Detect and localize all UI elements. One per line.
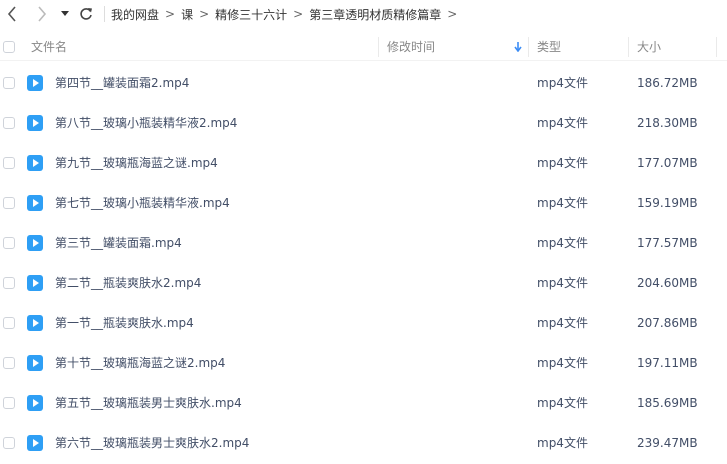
breadcrumb: 我的网盘 > 课 > 精修三十六计 > 第三章透明材质精修篇章 > [111, 6, 463, 23]
forward-button[interactable] [32, 2, 52, 26]
file-list-header: 文件名 修改时间 类型 大小 [0, 34, 727, 61]
file-row[interactable]: 第二节__瓶装爽肤水2.mp4 mp4文件 204.60MB [0, 263, 727, 303]
file-row[interactable]: 第七节__玻璃小瓶装精华液.mp4 mp4文件 159.19MB [0, 183, 727, 223]
file-name[interactable]: 第二节__瓶装爽肤水2.mp4 [55, 263, 201, 303]
arrow-down-icon[interactable] [514, 42, 522, 52]
breadcrumb-item[interactable]: 精修三十六计 [215, 6, 287, 23]
file-size: 204.60MB [637, 276, 698, 290]
breadcrumb-item[interactable]: 我的网盘 [111, 6, 159, 23]
video-file-icon [27, 355, 43, 371]
file-size: 207.86MB [637, 316, 698, 330]
column-divider [378, 37, 379, 57]
file-type: mp4文件 [537, 196, 588, 210]
chevron-right-icon: > [447, 7, 458, 21]
file-row[interactable]: 第九节__玻璃瓶海蓝之谜.mp4 mp4文件 177.07MB [0, 143, 727, 183]
file-row[interactable]: 第三节__罐装面霜.mp4 mp4文件 177.57MB [0, 223, 727, 263]
refresh-button[interactable] [76, 2, 96, 26]
file-type: mp4文件 [537, 356, 588, 370]
breadcrumb-item[interactable]: 第三章透明材质精修篇章 [309, 6, 441, 23]
chevron-right-icon: > [199, 7, 210, 21]
file-row[interactable]: 第四节__罐装面霜2.mp4 mp4文件 186.72MB [0, 63, 727, 103]
chevron-left-icon [7, 6, 16, 22]
file-type: mp4文件 [537, 236, 588, 250]
file-name[interactable]: 第七节__玻璃小瓶装精华液.mp4 [55, 183, 230, 223]
select-all-checkbox[interactable] [3, 41, 15, 53]
row-checkbox[interactable] [3, 277, 15, 289]
chevron-right-icon [38, 6, 47, 22]
column-header-modified[interactable]: 修改时间 [387, 34, 435, 60]
column-divider [528, 37, 529, 57]
file-name[interactable]: 第八节__玻璃小瓶装精华液2.mp4 [55, 103, 237, 143]
history-dropdown-button[interactable] [58, 2, 72, 26]
toolbar-divider [104, 6, 105, 22]
file-size: 185.69MB [637, 396, 698, 410]
file-row[interactable]: 第六节__玻璃瓶装男士爽肤水2.mp4 mp4文件 239.47MB [0, 423, 727, 463]
column-header-name[interactable]: 文件名 [31, 34, 67, 60]
file-size: 159.19MB [637, 196, 698, 210]
chevron-right-icon: > [165, 7, 176, 21]
video-file-icon [27, 275, 43, 291]
row-checkbox[interactable] [3, 357, 15, 369]
row-checkbox[interactable] [3, 117, 15, 129]
breadcrumb-item[interactable]: 课 [181, 6, 193, 23]
file-size: 239.47MB [637, 436, 698, 450]
file-name[interactable]: 第四节__罐装面霜2.mp4 [55, 63, 189, 103]
video-file-icon [27, 315, 43, 331]
video-file-icon [27, 395, 43, 411]
file-name[interactable]: 第一节__瓶装爽肤水.mp4 [55, 303, 194, 343]
column-header-type[interactable]: 类型 [537, 34, 561, 60]
file-name[interactable]: 第十节__玻璃瓶海蓝之谜2.mp4 [55, 343, 225, 383]
file-type: mp4文件 [537, 276, 588, 290]
row-checkbox[interactable] [3, 237, 15, 249]
file-row[interactable]: 第五节__玻璃瓶装男士爽肤水.mp4 mp4文件 185.69MB [0, 383, 727, 423]
file-name[interactable]: 第三节__罐装面霜.mp4 [55, 223, 182, 263]
refresh-icon [80, 8, 92, 20]
video-file-icon [27, 75, 43, 91]
toolbar: 我的网盘 > 课 > 精修三十六计 > 第三章透明材质精修篇章 > [0, 0, 727, 28]
file-name[interactable]: 第九节__玻璃瓶海蓝之谜.mp4 [55, 143, 218, 183]
row-checkbox[interactable] [3, 437, 15, 449]
chevron-right-icon: > [293, 7, 304, 21]
file-size: 218.30MB [637, 116, 698, 130]
column-header-size[interactable]: 大小 [637, 34, 661, 60]
video-file-icon [27, 435, 43, 451]
file-type: mp4文件 [537, 316, 588, 330]
file-type: mp4文件 [537, 116, 588, 130]
file-size: 177.07MB [637, 156, 698, 170]
video-file-icon [27, 155, 43, 171]
file-size: 186.72MB [637, 76, 698, 90]
file-row[interactable]: 第十节__玻璃瓶海蓝之谜2.mp4 mp4文件 197.11MB [0, 343, 727, 383]
row-checkbox[interactable] [3, 157, 15, 169]
file-name[interactable]: 第五节__玻璃瓶装男士爽肤水.mp4 [55, 383, 242, 423]
file-row[interactable]: 第八节__玻璃小瓶装精华液2.mp4 mp4文件 218.30MB [0, 103, 727, 143]
file-type: mp4文件 [537, 156, 588, 170]
triangle-down-icon [61, 11, 69, 16]
video-file-icon [27, 115, 43, 131]
column-divider [716, 37, 717, 57]
row-checkbox[interactable] [3, 317, 15, 329]
video-file-icon [27, 195, 43, 211]
row-checkbox[interactable] [3, 77, 15, 89]
video-file-icon [27, 235, 43, 251]
back-button[interactable] [2, 2, 22, 26]
file-type: mp4文件 [537, 76, 588, 90]
file-name[interactable]: 第六节__玻璃瓶装男士爽肤水2.mp4 [55, 423, 249, 463]
column-divider [628, 37, 629, 57]
file-row[interactable]: 第一节__瓶装爽肤水.mp4 mp4文件 207.86MB [0, 303, 727, 343]
file-type: mp4文件 [537, 396, 588, 410]
row-checkbox[interactable] [3, 397, 15, 409]
row-checkbox[interactable] [3, 197, 15, 209]
file-size: 177.57MB [637, 236, 698, 250]
file-type: mp4文件 [537, 436, 588, 450]
file-size: 197.11MB [637, 356, 698, 370]
